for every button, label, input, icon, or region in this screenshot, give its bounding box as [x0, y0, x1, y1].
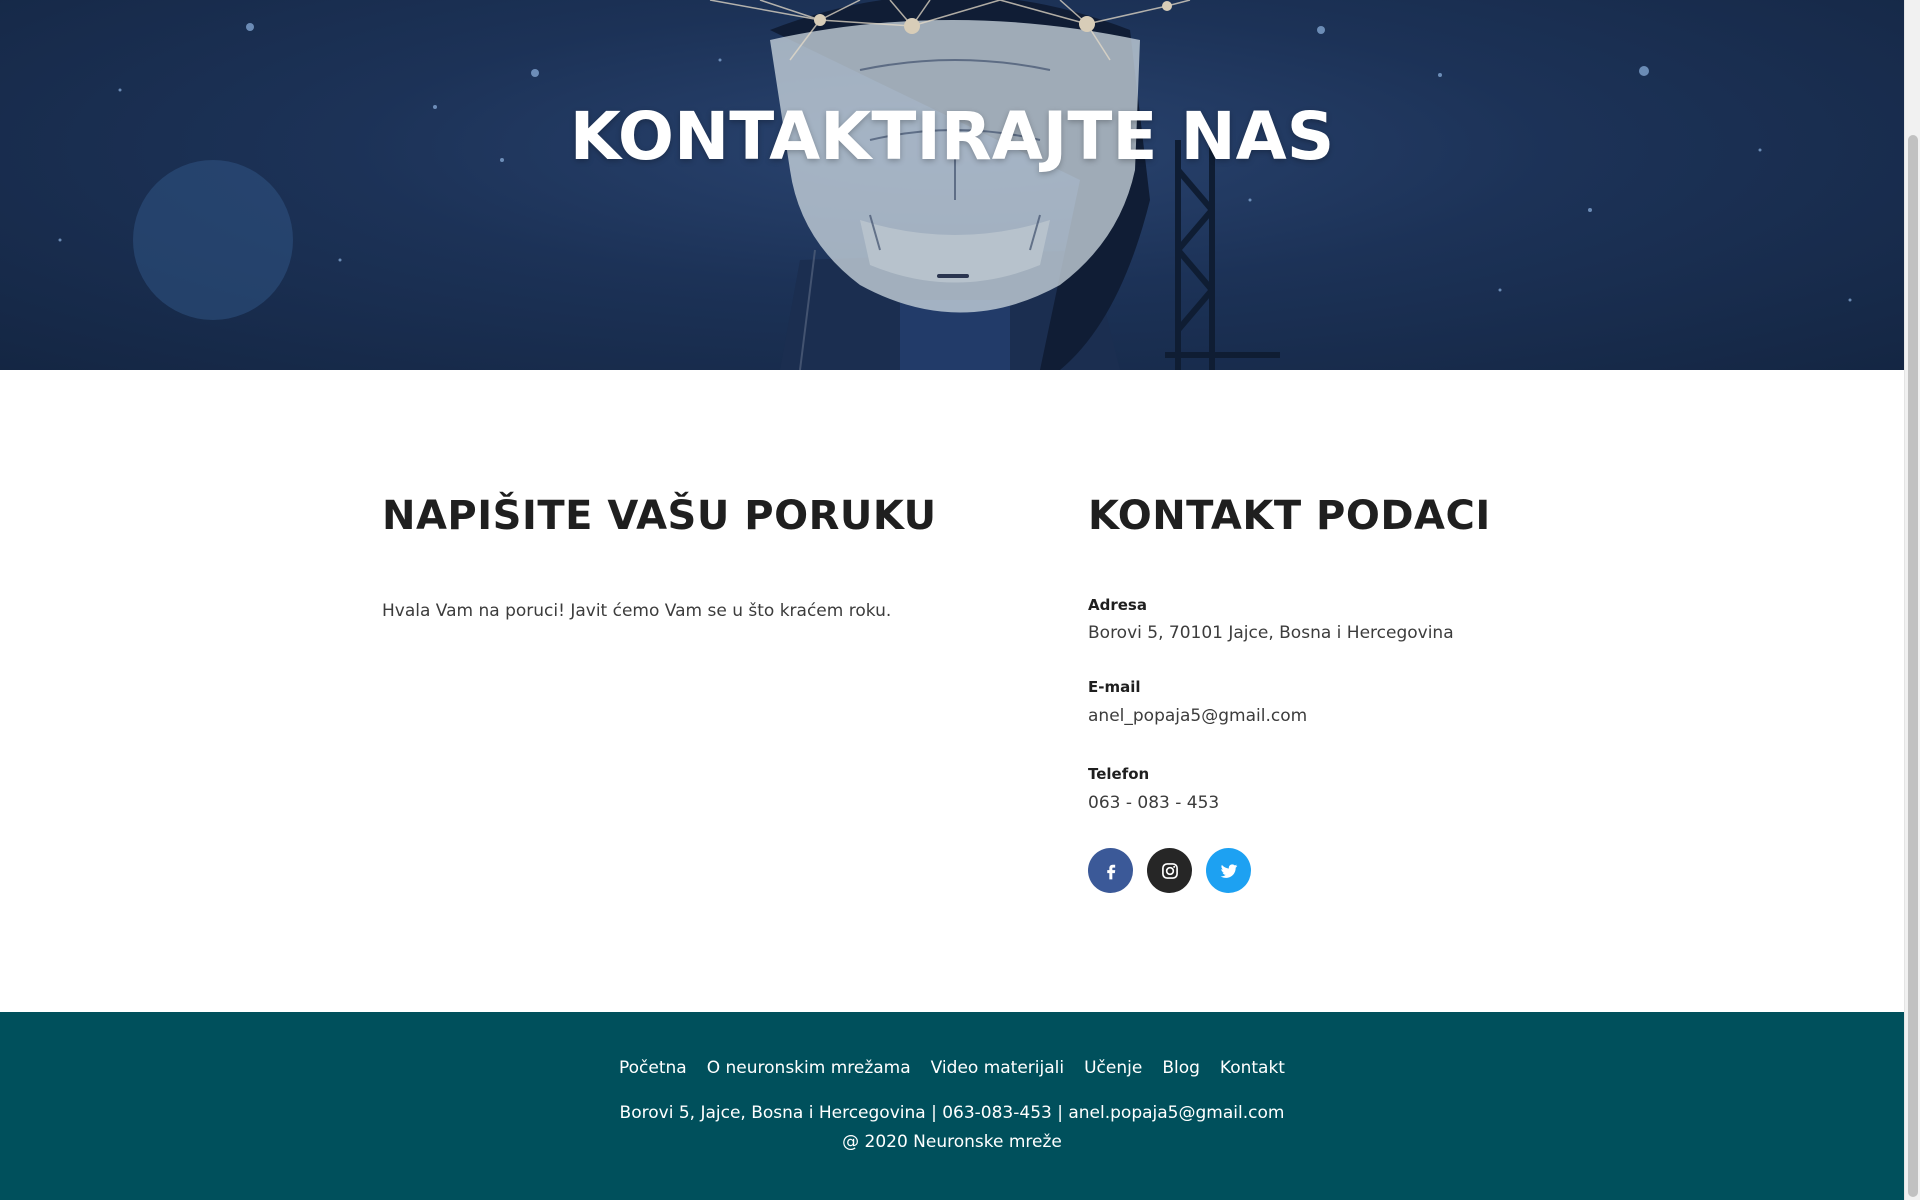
contact-section-title: KONTAKT PODACI — [1088, 493, 1491, 539]
main-content: NAPIŠITE VAŠU PORUKU Hvala Vam na poruci… — [0, 370, 1904, 1012]
phone-value: 063 - 083 - 453 — [1088, 793, 1220, 813]
twitter-icon — [1220, 863, 1237, 878]
footer-contact-line: Borovi 5, Jajce, Bosna i Hercegovina | 0… — [619, 1103, 1285, 1123]
footer-link-kontakt[interactable]: Kontakt — [1220, 1058, 1285, 1078]
twitter-button[interactable] — [1206, 848, 1251, 893]
message-section-title: NAPIŠITE VAŠU PORUKU — [382, 493, 937, 539]
page-title: KONTAKTIRAJTE NAS — [569, 98, 1335, 175]
footer-copyright: @ 2020 Neuronske mreže — [842, 1132, 1062, 1152]
page-scrollbar[interactable] — [1904, 0, 1920, 1200]
footer-link-pocetna[interactable]: Početna — [619, 1058, 687, 1078]
scrollbar-thumb[interactable] — [1908, 135, 1918, 1197]
email-value[interactable]: anel_popaja5@gmail.com — [1088, 706, 1307, 726]
instagram-icon — [1161, 862, 1178, 879]
hero-banner: KONTAKTIRAJTE NAS — [0, 0, 1904, 370]
footer-link-ucenje[interactable]: Učenje — [1084, 1058, 1142, 1078]
footer: Početna O neuronskim mrežama Video mater… — [0, 1012, 1904, 1200]
thanks-message: Hvala Vam na poruci! Javit ćemo Vam se u… — [382, 601, 892, 621]
facebook-button[interactable] — [1088, 848, 1133, 893]
hero-illustration — [58, 0, 1852, 370]
address-label: Adresa — [1088, 596, 1147, 614]
footer-link-video-materijali[interactable]: Video materijali — [931, 1058, 1064, 1078]
facebook-icon — [1106, 864, 1115, 879]
footer-nav: Početna O neuronskim mrežama Video mater… — [0, 1058, 1904, 1078]
footer-link-blog[interactable]: Blog — [1162, 1058, 1200, 1078]
phone-label: Telefon — [1088, 765, 1150, 783]
instagram-button[interactable] — [1147, 848, 1192, 893]
email-label: E-mail — [1088, 678, 1141, 696]
footer-link-o-neuronskim-mrezama[interactable]: O neuronskim mrežama — [707, 1058, 911, 1078]
address-value: Borovi 5, 70101 Jajce, Bosna i Hercegovi… — [1088, 623, 1454, 643]
